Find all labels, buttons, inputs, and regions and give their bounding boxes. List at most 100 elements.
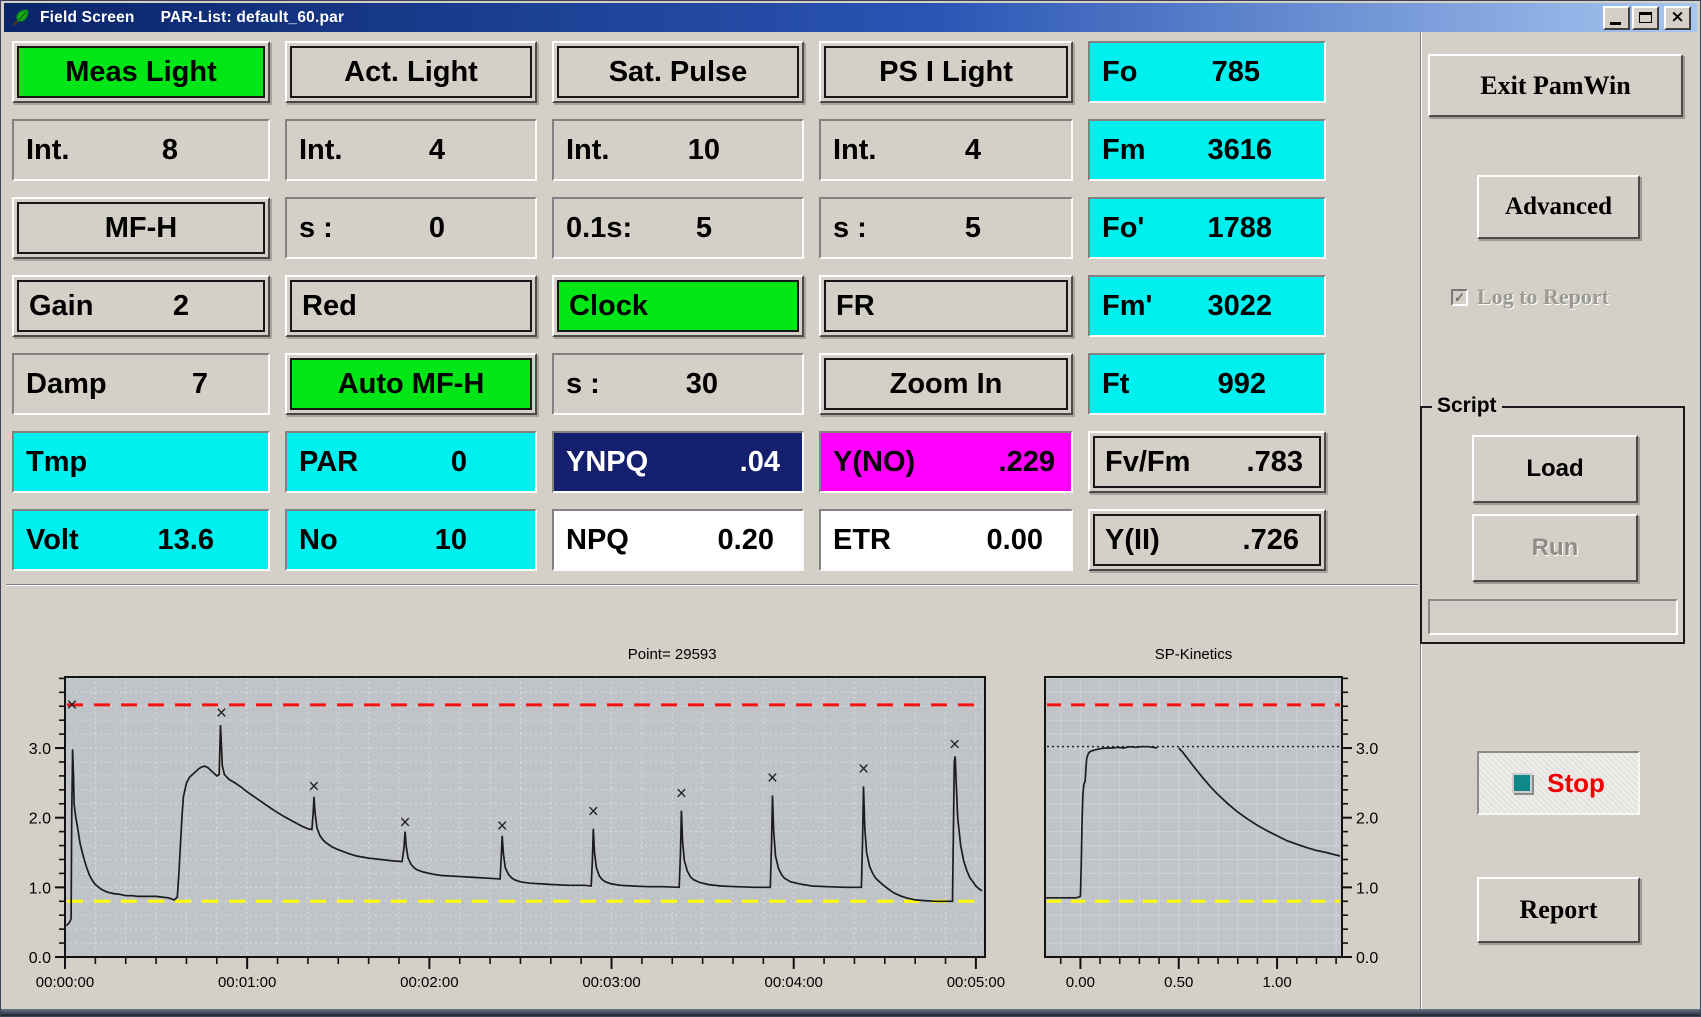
etr-readout: ETR0.00 (819, 509, 1073, 571)
fo-prime-readout-value: 1788 (1207, 212, 1272, 245)
title-bar: Field ScreenPAR-List: default_60.par × (4, 3, 1697, 33)
client-area: Meas Light Act. Light Sat. Pulse PS I Light… (4, 32, 1697, 1009)
meas-intensity-field-value: 8 (162, 134, 178, 167)
fr-button-label: FR (836, 290, 875, 323)
fm-readout-value: 3616 (1207, 134, 1272, 167)
svg-text:0.50: 0.50 (1164, 974, 1193, 991)
volt-readout-value: 13.6 (158, 524, 214, 557)
no-readout-value: 10 (435, 524, 467, 557)
svg-text:×: × (308, 776, 319, 797)
fm-prime-readout-value: 3022 (1207, 290, 1272, 323)
no-readout-label: No (299, 524, 338, 557)
damp-field-label: Damp (26, 368, 107, 401)
ft-readout-label: Ft (1102, 368, 1129, 401)
yii-readout-value: .726 (1243, 524, 1299, 557)
fo-readout-label: Fo (1102, 56, 1137, 89)
fm-readout: Fm 3616 (1088, 119, 1326, 181)
sat-pulse-button-label: Sat. Pulse (609, 56, 748, 89)
gain-button-label: Gain (29, 290, 93, 323)
svg-text:SP-Kinetics: SP-Kinetics (1155, 646, 1233, 663)
minimize-button[interactable] (1603, 6, 1630, 30)
auto-mf-h-button[interactable]: Auto MF-H (285, 353, 537, 415)
sat-intensity-field-value: 10 (688, 134, 720, 167)
sat-width-field-label: 0.1s: (566, 212, 632, 245)
fm-prime-readout-label: Fm' (1102, 290, 1152, 323)
sat-pulse-button[interactable]: Sat. Pulse (552, 41, 804, 103)
close-button[interactable]: × (1664, 6, 1691, 30)
sat-width-field-value: 5 (696, 212, 712, 245)
npq-readout-label: NPQ (566, 524, 629, 557)
close-icon: × (1666, 7, 1689, 27)
maximize-button[interactable] (1632, 6, 1659, 30)
act-seconds-field-value: 0 (429, 212, 445, 245)
svg-text:×: × (676, 783, 687, 804)
act-intensity-field: Int.4 (285, 119, 537, 181)
fr-button[interactable]: FR (819, 275, 1073, 337)
act-intensity-field-label: Int. (299, 134, 343, 167)
fvfm-readout-value: .783 (1247, 446, 1303, 479)
svg-text:00:02:00: 00:02:00 (400, 974, 458, 991)
svg-text:×: × (858, 759, 869, 780)
red-light-button[interactable]: Red (285, 275, 537, 337)
ps1-seconds-field: s :5 (819, 197, 1073, 259)
clock-button-label: Clock (569, 290, 648, 323)
sat-intensity-field-label: Int. (566, 134, 610, 167)
fvfm-readout[interactable]: Fv/Fm.783 (1088, 431, 1326, 493)
svg-text:00:01:00: 00:01:00 (218, 974, 276, 991)
script-run-button[interactable]: Run (1472, 514, 1638, 582)
fm-readout-label: Fm (1102, 134, 1146, 167)
fo-prime-readout: Fo'1788 (1088, 197, 1326, 259)
svg-text:Point= 29593: Point= 29593 (628, 646, 717, 663)
mf-h-button[interactable]: MF-H (12, 197, 270, 259)
tmp-readout-label: Tmp (26, 446, 87, 479)
par-readout: PAR0 (285, 431, 537, 493)
log-to-report-label: Log to Report (1477, 284, 1609, 310)
script-load-button[interactable]: Load (1472, 435, 1638, 503)
stop-square-icon (1512, 773, 1532, 793)
ps1-intensity-field: Int.4 (819, 119, 1073, 181)
gain-button[interactable]: Gain 2 (12, 275, 270, 337)
clock-interval-field-value: 30 (686, 368, 718, 401)
act-seconds-field-label: s : (299, 212, 333, 245)
svg-text:×: × (66, 695, 77, 716)
advanced-button[interactable]: Advanced (1477, 175, 1640, 239)
stop-button-label: Stop (1547, 768, 1605, 799)
ps1-intensity-field-value: 4 (965, 134, 981, 167)
ynpq-readout-value: .04 (740, 446, 780, 479)
sat-intensity-field: Int. 10 (552, 119, 804, 181)
ps1-light-button[interactable]: PS I Light (819, 41, 1073, 103)
exit-pamwin-button[interactable]: Exit PamWin (1428, 54, 1683, 117)
meas-light-button-label: Meas Light (65, 56, 216, 89)
damp-field-value: 7 (192, 368, 208, 401)
svg-text:0.0: 0.0 (1356, 950, 1378, 967)
mf-h-button-label: MF-H (105, 212, 177, 245)
gain-button-value: 2 (173, 290, 189, 323)
ps1-seconds-field-value: 5 (965, 212, 981, 245)
no-readout: No 10 (285, 509, 537, 571)
damp-field: Damp 7 (12, 353, 270, 415)
svg-text:×: × (949, 735, 960, 756)
ft-readout: Ft992 (1088, 353, 1326, 415)
fo-readout: Fo785 (1088, 41, 1326, 103)
svg-text:×: × (497, 816, 508, 837)
meas-light-button[interactable]: Meas Light (12, 41, 270, 103)
svg-text:00:04:00: 00:04:00 (765, 974, 823, 991)
script-progress-bar (1428, 599, 1678, 635)
window-title: Field ScreenPAR-List: default_60.par (40, 9, 344, 27)
yii-readout[interactable]: Y(II).726 (1088, 509, 1326, 571)
sat-width-field: 0.1s: 5 (552, 197, 804, 259)
zoom-in-button[interactable]: Zoom In (819, 353, 1073, 415)
clock-interval-field: s :30 (552, 353, 804, 415)
stop-button[interactable]: Stop (1477, 751, 1640, 815)
svg-text:×: × (216, 703, 227, 724)
svg-text:×: × (400, 813, 411, 834)
etr-readout-value: 0.00 (987, 524, 1043, 557)
fm-prime-readout: Fm' 3022 (1088, 275, 1326, 337)
npq-readout: NPQ0.20 (552, 509, 804, 571)
report-button[interactable]: Report (1477, 877, 1640, 943)
act-light-button[interactable]: Act. Light (285, 41, 537, 103)
trend-chart: ××××××××××00:00:0000:01:0000:02:0000:03:… (4, 632, 1014, 996)
log-to-report-checkbox[interactable]: ✓ (1451, 289, 1468, 306)
script-group: Script Load Run (1420, 406, 1685, 644)
clock-button[interactable]: Clock (552, 275, 804, 337)
